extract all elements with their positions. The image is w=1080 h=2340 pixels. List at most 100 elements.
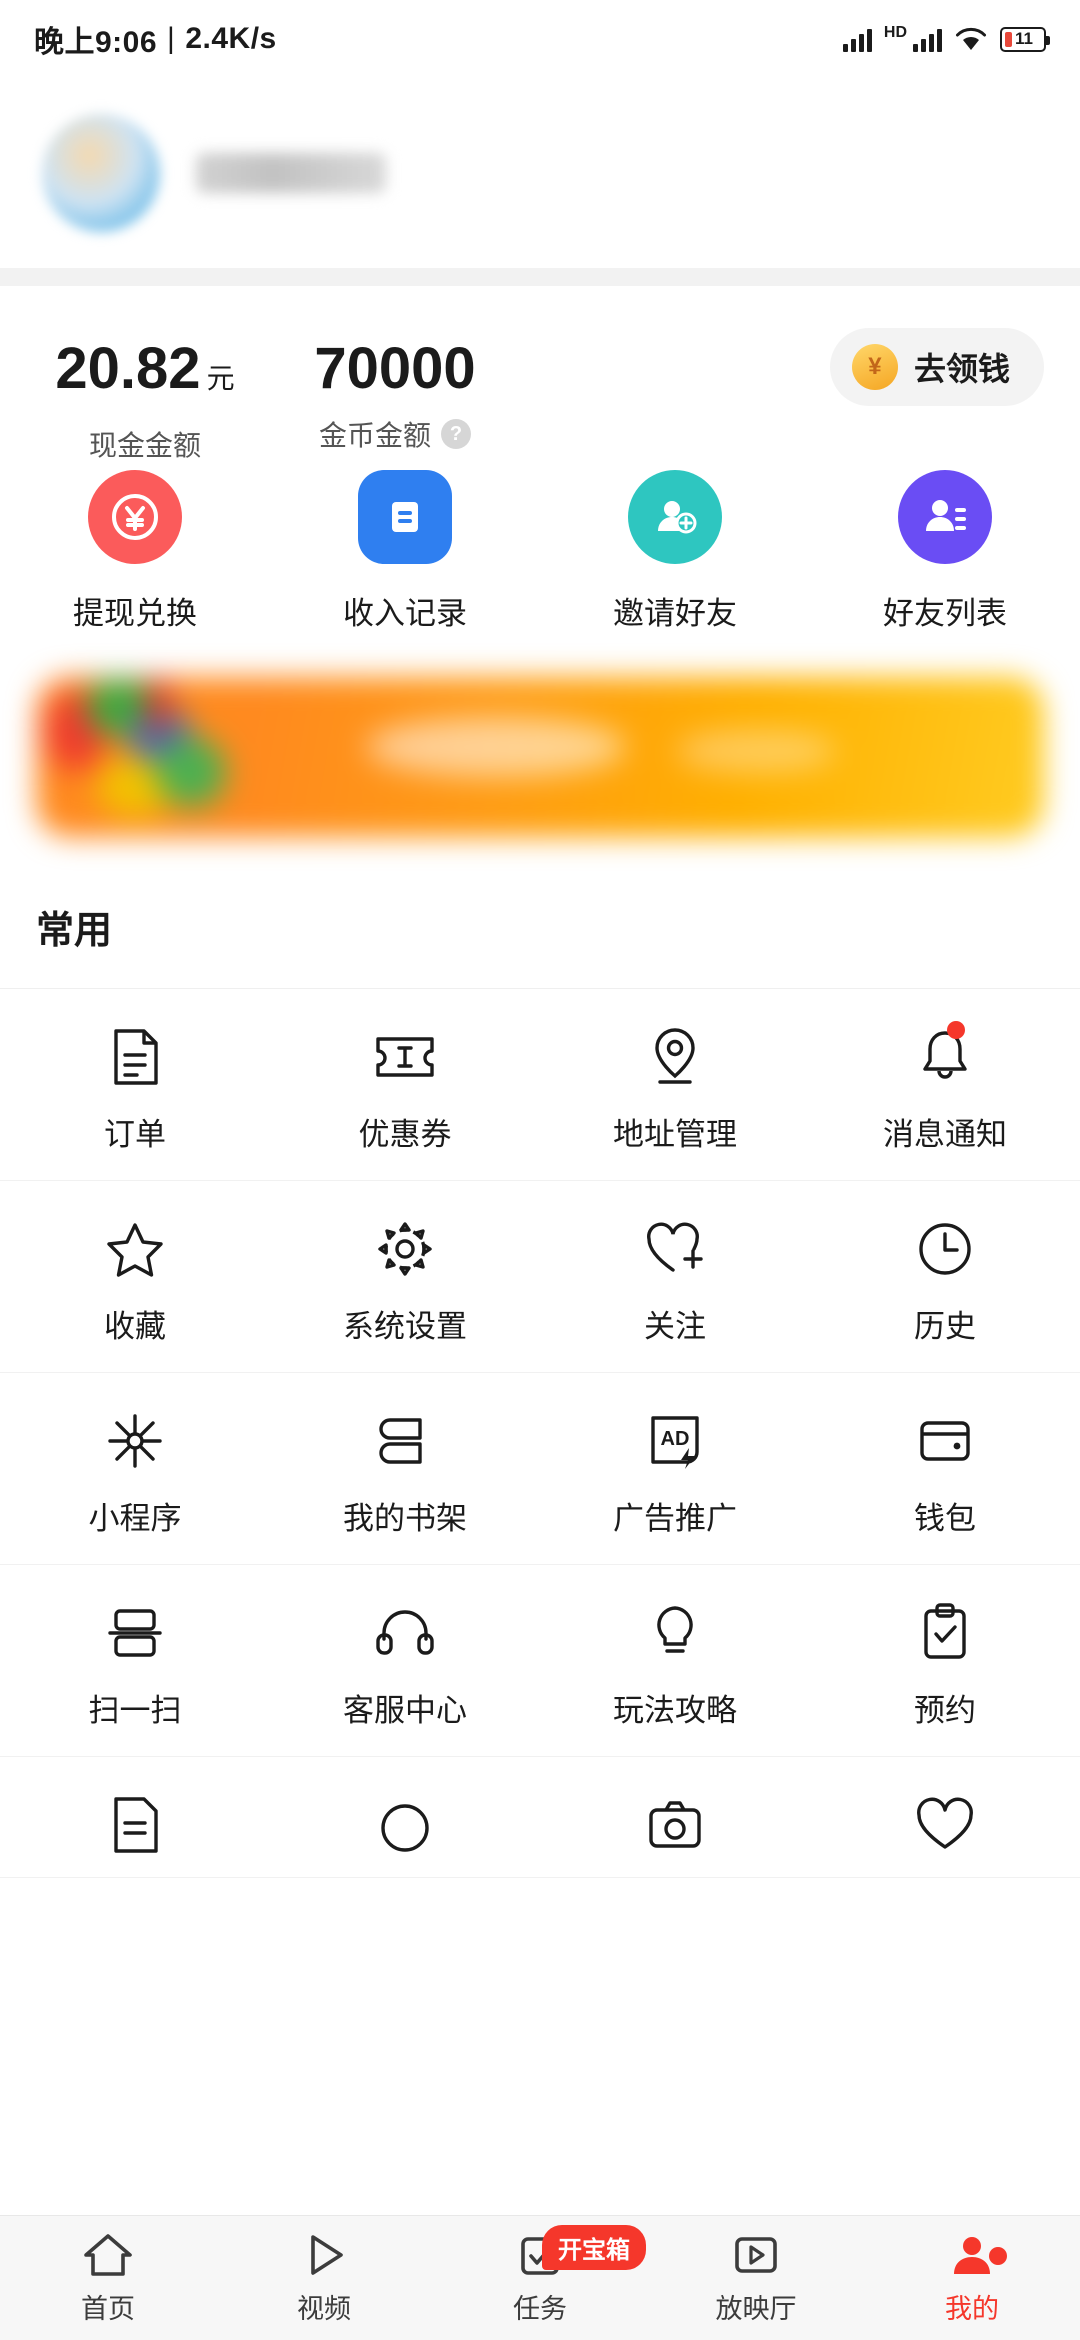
grid-item-ads[interactable]: AD 广告推广 — [540, 1403, 810, 1538]
help-icon[interactable]: ? — [441, 419, 471, 449]
grid-item-address[interactable]: 地址管理 — [540, 1019, 810, 1154]
profile-header[interactable] — [0, 78, 1080, 268]
status-time: 晚上9:06 — [34, 17, 157, 61]
cash-value-wrap: 20.82元 — [20, 338, 270, 410]
grid-item-guide[interactable]: 玩法攻略 — [540, 1595, 810, 1730]
grid-item-label: 客服中心 — [343, 1685, 467, 1730]
grid-item-settings[interactable]: 系统设置 — [270, 1211, 540, 1346]
grid-item-history[interactable]: 历史 — [810, 1211, 1080, 1346]
grid-item-scan[interactable]: 扫一扫 — [0, 1595, 270, 1730]
friend-list-icon — [898, 470, 992, 564]
svg-text:AD: AD — [661, 1428, 690, 1450]
home-icon — [82, 2231, 134, 2279]
grid-item-notification[interactable]: 消息通知 — [810, 1019, 1080, 1154]
grid-item-label: 消息通知 — [883, 1109, 1007, 1154]
invite-friend-icon — [628, 470, 722, 564]
grid-item-label: 小程序 — [89, 1493, 182, 1538]
grid-item-label: 预约 — [914, 1685, 976, 1730]
grid-item-label: 扫一扫 — [89, 1685, 182, 1730]
grid-item-row5-4[interactable] — [810, 1787, 1080, 1877]
scan-icon — [106, 1595, 164, 1671]
coin-balance[interactable]: 70000 金币金额 ? — [270, 338, 520, 454]
coin-value: 70000 — [270, 338, 520, 400]
grid-item-label: 优惠券 — [359, 1109, 452, 1154]
grid-item-row5-2[interactable] — [270, 1787, 540, 1877]
status-separator: | — [167, 22, 175, 56]
section-divider — [0, 268, 1080, 286]
tab-video[interactable]: 视频 — [216, 2231, 432, 2326]
status-bar: 晚上9:06 | 2.4K/s HD 11 — [0, 0, 1080, 78]
tab-task[interactable]: 开宝箱 任务 — [432, 2231, 648, 2326]
camera-icon — [645, 1787, 705, 1863]
grid-item-coupon[interactable]: 优惠券 — [270, 1019, 540, 1154]
cash-balance[interactable]: 20.82元 现金金额 — [20, 338, 270, 464]
grid-item-bookshelf[interactable]: 我的书架 — [270, 1403, 540, 1538]
gear-icon — [376, 1211, 434, 1287]
grid-row: 小程序 我的书架 AD 广告推广 钱包 — [0, 1373, 1080, 1565]
grid-item-label: 关注 — [644, 1301, 706, 1346]
quick-action-label: 提现兑换 — [73, 588, 197, 633]
wifi-icon — [954, 26, 988, 52]
location-icon — [648, 1019, 702, 1095]
headset-icon — [374, 1595, 436, 1671]
battery-icon: 11 — [1000, 27, 1046, 52]
quick-action-friendlist[interactable]: 好友列表 — [810, 470, 1080, 633]
grid-item-order[interactable]: 订单 — [0, 1019, 270, 1154]
cash-label-text: 现金金额 — [89, 424, 201, 464]
grid-row: 订单 优惠券 地址管理 消息通知 — [0, 989, 1080, 1181]
coin-label: 金币金额 ? — [270, 414, 520, 454]
grid-item-support[interactable]: 客服中心 — [270, 1595, 540, 1730]
grid-item-follow[interactable]: 关注 — [540, 1211, 810, 1346]
task-badge[interactable]: 开宝箱 — [542, 2225, 646, 2270]
promo-banner[interactable] — [36, 677, 1044, 837]
wallet-icon — [916, 1403, 974, 1479]
grid-item-label: 我的书架 — [343, 1493, 467, 1538]
grid-item-row5-1[interactable] — [0, 1787, 270, 1877]
signal-icon — [843, 26, 872, 52]
grid-item-favorites[interactable]: 收藏 — [0, 1211, 270, 1346]
quick-action-label: 好友列表 — [883, 588, 1007, 633]
coin-label-text: 金币金额 — [319, 414, 431, 454]
tab-cinema[interactable]: 放映厅 — [648, 2231, 864, 2326]
hd-icon: HD — [884, 24, 907, 42]
play-icon — [298, 2231, 350, 2279]
coin-icon: ¥ — [852, 344, 898, 390]
order-icon — [108, 1019, 162, 1095]
grid-item-label: 订单 — [104, 1109, 166, 1154]
bulb-icon — [649, 1595, 701, 1671]
network-speed: 2.4K/s — [185, 22, 276, 56]
common-grid: 订单 优惠券 地址管理 消息通知 收藏 — [0, 988, 1080, 1878]
nickname — [196, 153, 386, 193]
grid-item-booking[interactable]: 预约 — [810, 1595, 1080, 1730]
quick-action-income[interactable]: 收入记录 — [270, 470, 540, 633]
grid-row: 扫一扫 客服中心 玩法攻略 预约 — [0, 1565, 1080, 1757]
grid-row: 收藏 系统设置 关注 历史 — [0, 1181, 1080, 1373]
cash-unit: 元 — [207, 363, 235, 394]
miniprogram-icon — [106, 1403, 164, 1479]
tab-label: 我的 — [945, 2287, 999, 2326]
grid-item-label: 玩法攻略 — [613, 1685, 737, 1730]
grid-item-wallet[interactable]: 钱包 — [810, 1403, 1080, 1538]
grid-row — [0, 1757, 1080, 1878]
ad-icon: AD — [645, 1403, 705, 1479]
get-money-button[interactable]: ¥ 去领钱 — [830, 328, 1044, 406]
quick-action-label: 邀请好友 — [613, 588, 737, 633]
yuan-coin-icon — [88, 470, 182, 564]
notification-badge-dot — [947, 1021, 965, 1039]
quick-action-invite[interactable]: 邀请好友 — [540, 470, 810, 633]
quick-action-label: 收入记录 — [343, 588, 467, 633]
bell-icon — [917, 1019, 973, 1095]
grid-item-label: 广告推广 — [613, 1493, 737, 1538]
tab-home[interactable]: 首页 — [0, 2231, 216, 2326]
tab-profile[interactable]: 我的 — [864, 2231, 1080, 2326]
status-bar-left: 晚上9:06 | 2.4K/s — [34, 17, 277, 61]
coupon-icon — [372, 1019, 438, 1095]
quick-actions: 提现兑换 收入记录 邀请好友 好友列表 — [0, 436, 1080, 659]
quick-action-withdraw[interactable]: 提现兑换 — [0, 470, 270, 633]
tab-label: 视频 — [297, 2287, 351, 2326]
section-title-common: 常用 — [0, 837, 1080, 988]
avatar[interactable] — [42, 114, 160, 232]
record-icon — [358, 470, 452, 564]
grid-item-row5-3[interactable] — [540, 1787, 810, 1877]
grid-item-miniprogram[interactable]: 小程序 — [0, 1403, 270, 1538]
